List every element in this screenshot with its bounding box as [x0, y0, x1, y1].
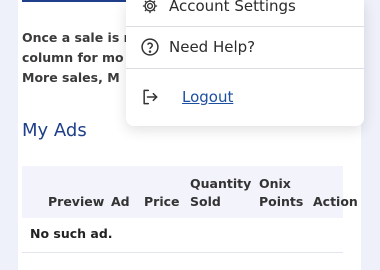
table-row-divider [22, 252, 343, 253]
column-header-line: Sold [190, 194, 221, 209]
help-circle-icon [140, 37, 160, 57]
logout-icon [140, 87, 160, 107]
menu-item-logout[interactable]: Logout [126, 77, 364, 117]
accent-rule [22, 0, 130, 2]
empty-table-message: No such ad. [30, 226, 113, 241]
column-header-line: Quantity [190, 176, 252, 191]
user-dropdown-menu: Account Settings Need Help? Logout [126, 0, 364, 126]
menu-item-account-settings[interactable]: Account Settings [126, 0, 364, 26]
my-ads-title: My Ads [22, 120, 87, 141]
column-header-line: Onix [259, 176, 291, 191]
column-header-action: Action [313, 194, 358, 209]
gear-icon [140, 0, 160, 16]
logout-link[interactable]: Logout [182, 88, 233, 106]
column-header-price: Price [144, 194, 180, 209]
column-header-ad: Ad [111, 194, 130, 209]
menu-item-label: Account Settings [169, 0, 296, 15]
menu-item-need-help[interactable]: Need Help? [126, 27, 364, 67]
column-header-preview: Preview [48, 194, 105, 209]
column-header-onix-points: Onix Points [259, 175, 303, 211]
menu-item-label: Need Help? [169, 38, 256, 56]
column-header-quantity-sold: Quantity Sold [190, 175, 251, 211]
menu-divider [126, 68, 364, 69]
column-header-line: Points [259, 194, 304, 209]
